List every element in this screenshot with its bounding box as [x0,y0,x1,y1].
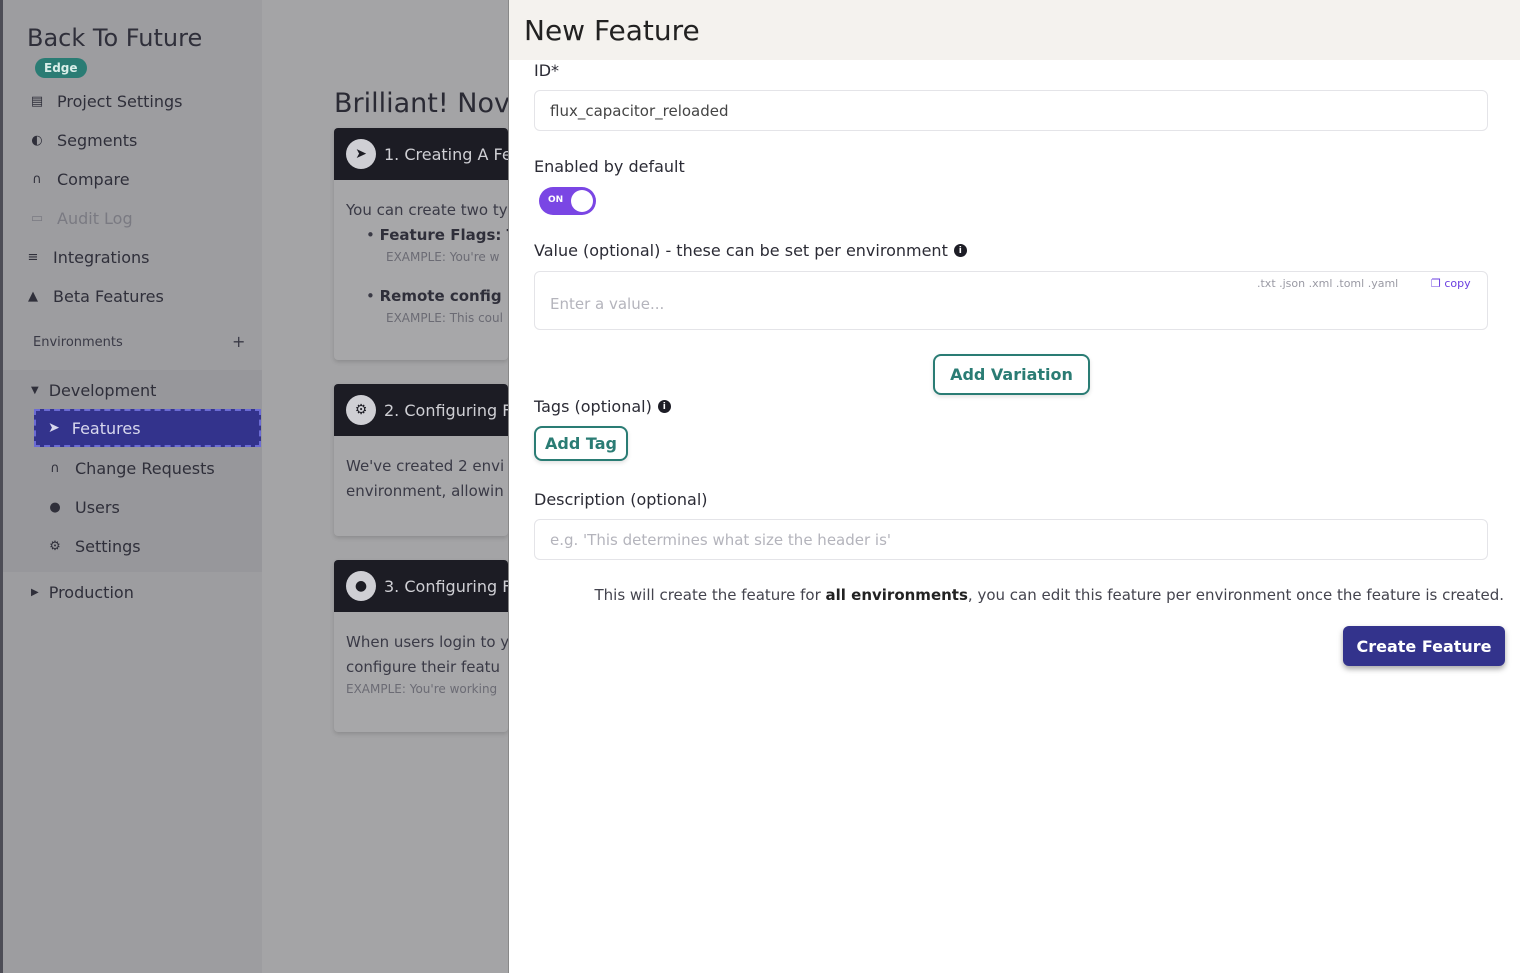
step-text: configure their featu [346,658,501,676]
toggle-knob [571,190,593,212]
modal-header: New Feature [509,0,1520,60]
sidebar-item-features[interactable]: ➤ Features [34,409,261,447]
modal-title: New Feature [524,14,700,47]
id-label: ID* [534,61,560,80]
step-card-header: ● 3. Configuring F [334,560,508,612]
step-card-body: When users login to y configure their fe… [334,612,508,698]
toggle-state-label: ON [548,195,564,205]
sidebar: Back To Future Edge ▤ Project Settings ◐… [0,0,262,973]
step-title: 1. Creating A Fe [384,144,508,164]
sidebar-item-label: Project Settings [57,92,183,111]
compare-icon: ∩ [32,172,42,187]
integrations-icon: ≡ [27,250,39,265]
beta-features-icon: ▲ [28,289,38,304]
add-tag-button[interactable]: Add Tag [534,426,628,461]
sidebar-item-label: Audit Log [57,209,133,228]
step-card-configuring-users: ● 3. Configuring F When users login to y… [334,560,508,732]
list-item: • Feature Flags: T [366,226,508,244]
create-feature-button[interactable]: Create Feature [1343,626,1505,666]
id-input[interactable] [534,90,1488,131]
segments-icon: ◐ [31,133,43,148]
step-text: When users login to y [346,633,508,651]
sidebar-item-compare[interactable]: ∩ Compare [29,170,130,189]
step-example: EXAMPLE: You're working [346,682,498,696]
sidebar-item-label: Settings [75,537,141,556]
copy-button[interactable]: ❐ copy [1431,277,1471,290]
add-environment-button[interactable]: + [232,332,245,351]
tags-label-text: Tags (optional) [534,397,652,416]
enabled-toggle[interactable]: ON [539,187,596,215]
caret-down-icon: ▼ [31,385,39,396]
value-label: Value (optional) - these can be set per … [534,241,967,260]
user-icon: ● [346,571,376,601]
sidebar-item-segments[interactable]: ◐ Segments [29,131,137,150]
gear-icon: ⚙ [346,395,376,425]
sidebar-item-settings[interactable]: ⚙ Settings [47,537,141,556]
step-example: EXAMPLE: This coul [386,311,503,325]
new-feature-modal: New Feature ID* Enabled by default ON Va… [508,0,1520,973]
environment-name: Development [48,381,157,400]
copy-icon: ❐ [1431,277,1441,290]
audit-log-icon: ▭ [30,211,44,226]
description-label: Description (optional) [534,490,708,509]
sidebar-item-label: Features [71,418,141,438]
project-settings-icon: ▤ [30,94,44,109]
sidebar-item-label: Segments [57,131,138,150]
step-text: We've created 2 envi [346,457,505,475]
settings-icon: ⚙ [49,539,61,554]
step-card-header: ⚙ 2. Configuring F [334,384,508,436]
step-title: 2. Configuring F [384,400,508,420]
tags-label: Tags (optional) i [534,397,671,416]
copy-label: copy [1444,277,1471,290]
rocket-icon: ➤ [346,139,376,169]
value-format-options[interactable]: .txt .json .xml .toml .yaml [1257,277,1398,290]
users-icon: ● [49,500,61,515]
rocket-icon: ➤ [48,420,60,436]
change-requests-icon: ∩ [50,461,60,476]
environments-header: Environments [33,335,123,350]
main-title: Brilliant! Nov [334,88,510,119]
environment-production[interactable]: ▶ Production [31,583,134,602]
sidebar-item-users[interactable]: ● Users [47,498,120,517]
sidebar-item-label: Integrations [53,248,150,267]
list-item: • Remote config [366,287,502,305]
sidebar-item-label: Compare [57,170,130,189]
create-info-text: This will create the feature for all env… [594,586,1504,604]
sidebar-item-beta-features[interactable]: ▲ Beta Features [25,287,164,306]
step-card-header: ➤ 1. Creating A Fe [334,128,508,180]
step-text: You can create two ty [346,201,508,219]
add-variation-button[interactable]: Add Variation [933,354,1090,395]
environment-name: Production [48,583,134,602]
info-icon[interactable]: i [657,400,671,413]
sidebar-item-audit-log: ▭ Audit Log [29,209,133,228]
edge-badge: Edge [35,58,87,78]
sidebar-item-integrations[interactable]: ≡ Integrations [25,248,150,267]
step-text: environment, allowin [346,482,504,500]
caret-right-icon: ▶ [31,587,39,598]
sidebar-item-label: Change Requests [75,459,215,478]
step-example: EXAMPLE: You're w [386,250,500,264]
step-card-creating-features: ➤ 1. Creating A Fe You can create two ty… [334,128,508,360]
step-card-body: You can create two ty • Feature Flags: T… [334,180,508,327]
sidebar-item-change-requests[interactable]: ∩ Change Requests [47,459,215,478]
sidebar-item-label: Users [75,498,120,517]
enabled-label: Enabled by default [534,157,685,176]
environment-development[interactable]: ▼ Development [31,381,156,400]
description-input[interactable] [534,519,1488,560]
step-title: 3. Configuring F [384,576,508,596]
step-card-body: We've created 2 envi environment, allowi… [334,436,508,504]
sidebar-item-label: Beta Features [53,287,164,306]
value-label-text: Value (optional) - these can be set per … [534,241,948,260]
project-title: Back To Future [27,24,203,52]
info-icon[interactable]: i [953,244,967,257]
step-card-configuring-environments: ⚙ 2. Configuring F We've created 2 envi … [334,384,508,536]
sidebar-item-project-settings[interactable]: ▤ Project Settings [29,92,183,111]
